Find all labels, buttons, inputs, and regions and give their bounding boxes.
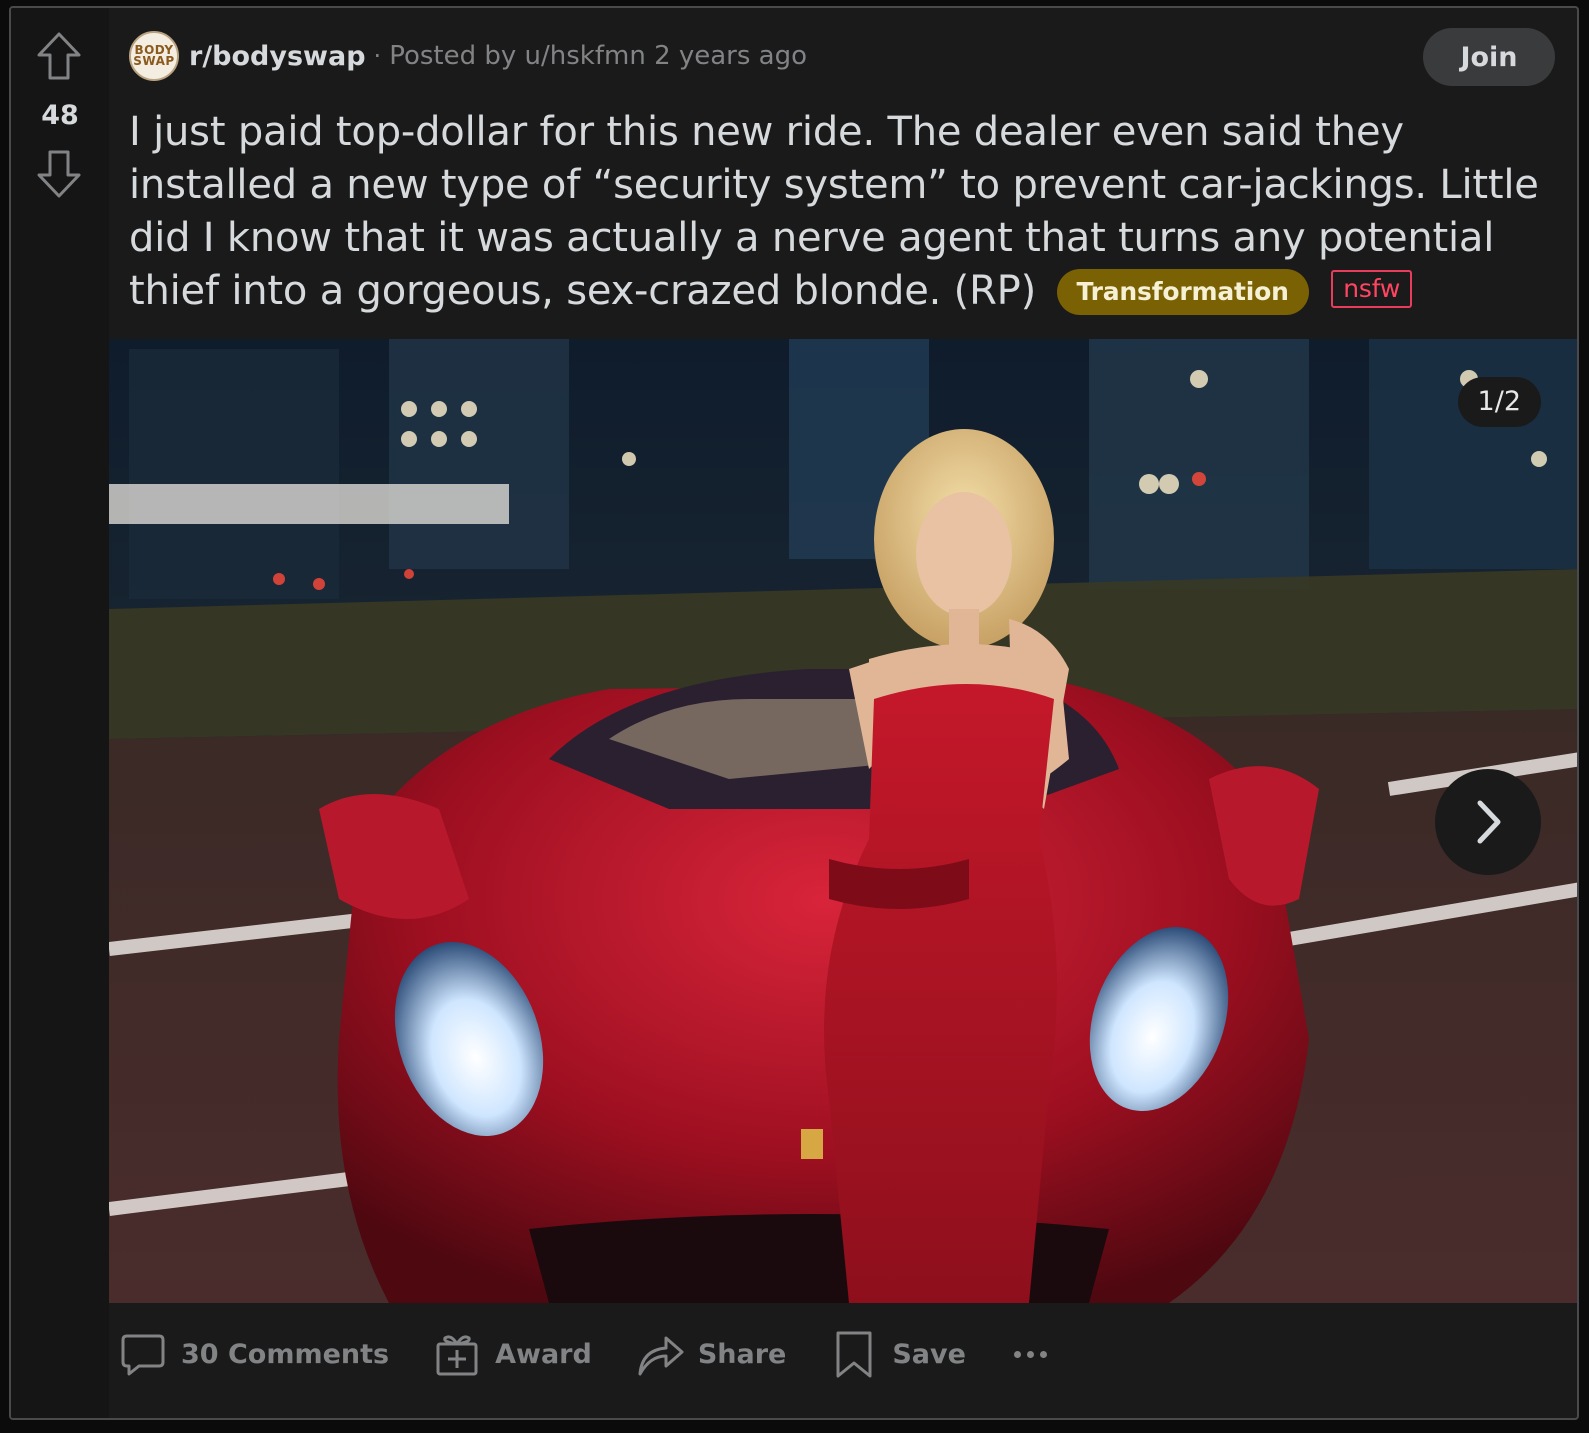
save-label: Save	[892, 1338, 966, 1370]
comments-label: 30 Comments	[181, 1338, 390, 1370]
award-label: Award	[495, 1338, 592, 1370]
avatar-text-bottom: SWAP	[133, 54, 175, 68]
flair-badge[interactable]: Transformation	[1056, 269, 1309, 315]
more-icon	[1039, 1350, 1047, 1358]
chevron-right-icon	[1477, 800, 1501, 844]
post-image	[109, 339, 1577, 1303]
comment-icon	[121, 1334, 165, 1376]
author-link[interactable]: u/hskfmn	[525, 41, 646, 71]
share-icon	[638, 1336, 684, 1376]
nsfw-badge: nsfw	[1331, 270, 1413, 308]
post-title[interactable]: I just paid top-dollar for this new ride…	[129, 109, 1539, 314]
vote-count: 48	[41, 100, 79, 131]
vote-column: 48	[11, 8, 109, 1418]
downvote-button[interactable]	[33, 148, 85, 200]
post-header: BODY SWAP r/bodyswap · Posted by u/hskfm…	[129, 30, 807, 82]
subreddit-name[interactable]: r/bodyswap	[189, 41, 366, 72]
comments-button[interactable]: 30 Comments	[119, 1330, 389, 1378]
posted-by: Posted by u/hskfmn 2 years ago	[389, 41, 807, 71]
post-actions: 30 Comments Award Share Save	[119, 1322, 1051, 1386]
gallery-next-button[interactable]	[1435, 769, 1541, 875]
post-gallery[interactable]: 1/2	[109, 339, 1577, 1303]
posted-prefix: Posted by	[389, 41, 517, 71]
upvote-button[interactable]	[33, 30, 85, 82]
post-title-block: I just paid top-dollar for this new ride…	[129, 106, 1549, 318]
header-separator: ·	[373, 42, 382, 70]
upvote-icon	[37, 32, 81, 80]
more-icon	[1013, 1350, 1021, 1358]
award-icon	[436, 1335, 478, 1376]
downvote-icon	[37, 150, 81, 198]
post-age: 2 years ago	[654, 41, 808, 71]
award-button[interactable]: Award	[433, 1330, 592, 1378]
save-button[interactable]: Save	[830, 1330, 966, 1378]
gallery-counter: 1/2	[1457, 377, 1541, 427]
save-icon	[836, 1331, 872, 1378]
subreddit-avatar[interactable]: BODY SWAP	[129, 31, 179, 81]
join-button[interactable]: Join	[1423, 28, 1555, 86]
share-label: Share	[697, 1338, 787, 1370]
more-options-button[interactable]	[1010, 1341, 1051, 1368]
more-icon	[1026, 1350, 1034, 1358]
post-card: 48 BODY SWAP r/bodyswap · Posted by u/hs…	[9, 6, 1579, 1420]
share-button[interactable]: Share	[636, 1330, 787, 1378]
